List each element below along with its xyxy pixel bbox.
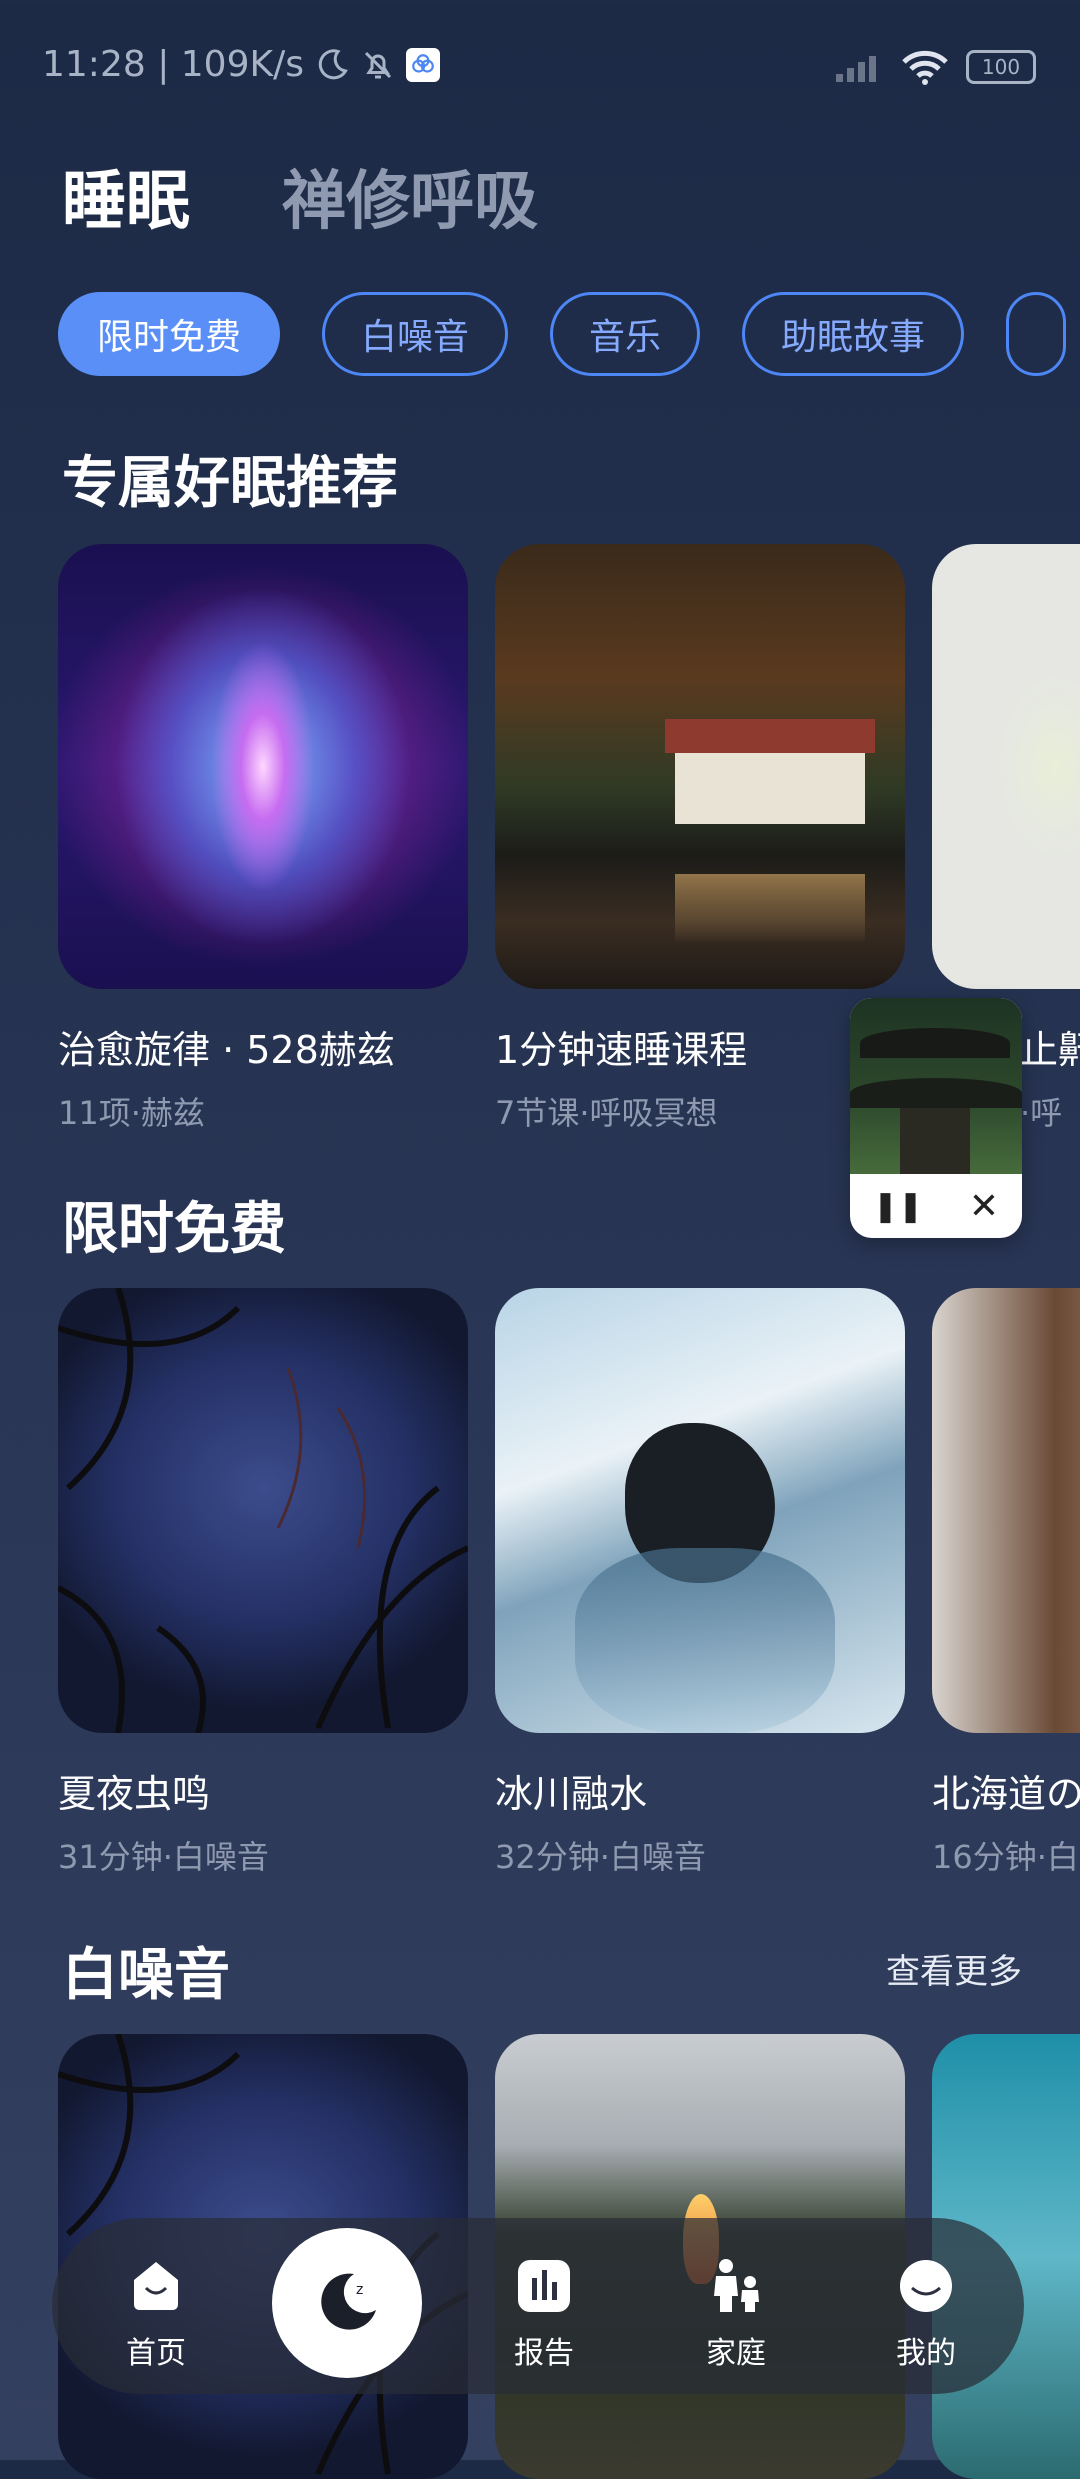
category-chips: 限时免费 白噪音 音乐 助眠故事 xyxy=(58,292,1080,376)
status-right: 100 xyxy=(834,48,1036,86)
mini-player-controls: ❚❚ ✕ xyxy=(850,1174,1022,1238)
card-subtitle: 31分钟·白噪音 xyxy=(58,1838,269,1876)
card-title: 北海道の xyxy=(932,1772,1080,1816)
card-one-minute-sleep[interactable]: 1分钟速睡课程 7节课·呼吸冥想 xyxy=(495,544,905,1134)
moon-icon xyxy=(318,48,348,79)
chip-music[interactable]: 音乐 xyxy=(550,292,701,376)
house-illustration xyxy=(675,744,865,824)
card-title: 冰川融水 xyxy=(495,1772,648,1816)
pause-icon[interactable]: ❚❚ xyxy=(873,1189,923,1224)
card-subtitle: 11项·赫兹 xyxy=(58,1094,205,1132)
nav-family[interactable]: 家庭 xyxy=(676,2258,796,2372)
house-roof xyxy=(665,719,875,753)
bell-muted-icon xyxy=(364,51,392,78)
chip-sleep-stories[interactable]: 助眠故事 xyxy=(742,292,965,376)
nav-home[interactable]: 首页 xyxy=(96,2258,216,2372)
family-icon xyxy=(714,2259,759,2312)
tab-sleep[interactable]: 睡眠 xyxy=(62,150,190,242)
card-thumbnail xyxy=(932,1288,1080,1733)
card-title: 夏夜虫鸣 xyxy=(58,1772,211,1816)
status-time: 11:28 | 109K/s xyxy=(42,44,304,85)
card-title: 止鼾 xyxy=(1020,1028,1080,1072)
chip-limited-free[interactable]: 限时免费 xyxy=(58,292,281,376)
see-more-link[interactable]: 查看更多 xyxy=(886,1944,1022,1993)
card-subtitle: 16分钟·白 xyxy=(932,1838,1079,1876)
card-thumbnail xyxy=(58,1288,468,1733)
report-icon xyxy=(518,2260,570,2312)
card-thumbnail xyxy=(495,544,905,989)
chip-more[interactable] xyxy=(1006,292,1067,376)
profile-icon xyxy=(900,2260,952,2312)
card-summer-night-insects[interactable]: 夏夜虫鸣 31分钟·白噪音 xyxy=(58,1288,468,1878)
status-bar: 11:28 | 109K/s 100 xyxy=(0,0,1080,140)
wifi-icon xyxy=(902,50,948,85)
nav-sleep[interactable]: z xyxy=(272,2228,422,2378)
card-subtitle: 32分钟·白噪音 xyxy=(495,1838,706,1876)
sleep-moon-icon: z xyxy=(321,2273,376,2330)
card-thumbnail xyxy=(58,544,468,989)
nav-profile-label: 我的 xyxy=(896,2336,956,2371)
tab-meditation-breathing[interactable]: 禅修呼吸 xyxy=(282,150,538,242)
card-healing-melody[interactable]: 治愈旋律 · 528赫兹 11项·赫兹 xyxy=(58,544,468,1134)
pagoda-window xyxy=(900,1108,970,1174)
pagoda-roof xyxy=(860,1028,1010,1058)
mini-player[interactable]: ❚❚ ✕ xyxy=(850,998,1022,1238)
glacier-shade xyxy=(575,1548,835,1733)
pagoda-roof-lower xyxy=(850,1078,1022,1108)
nav-report[interactable]: 报告 xyxy=(484,2258,604,2372)
card-thumbnail xyxy=(495,1288,905,1733)
section-title-recommend: 专属好眠推荐 xyxy=(62,451,398,516)
house-lights xyxy=(675,874,865,944)
card-title: 治愈旋律 · 528赫兹 xyxy=(58,1028,395,1072)
mini-player-artwork xyxy=(850,998,1022,1174)
card-glacier-melt[interactable]: 冰川融水 32分钟·白噪音 xyxy=(495,1288,905,1878)
nav-family-label: 家庭 xyxy=(706,2336,766,2371)
card-title: 1分钟速睡课程 xyxy=(495,1028,748,1072)
home-icon xyxy=(134,2262,178,2310)
nav-report-label: 报告 xyxy=(514,2336,574,2371)
status-left: 11:28 | 109K/s xyxy=(42,44,440,85)
signal-icon xyxy=(836,56,876,82)
section-title-limited-free: 限时免费 xyxy=(62,1197,286,1262)
nav-home-label: 首页 xyxy=(126,2336,186,2371)
card-hokkaido[interactable]: 北海道の 16分钟·白 xyxy=(932,1288,1080,1878)
section-title-white-noise: 白噪音 xyxy=(62,1943,230,2008)
close-icon[interactable]: ✕ xyxy=(969,1186,999,1227)
card-subtitle: ·呼 xyxy=(1020,1094,1063,1132)
nav-profile[interactable]: 我的 xyxy=(866,2258,986,2372)
card-subtitle: 7节课·呼吸冥想 xyxy=(495,1094,718,1132)
card-thumbnail xyxy=(932,544,1080,989)
tree-branches-illustration xyxy=(58,1288,468,1733)
main-tabs: 睡眠 禅修呼吸 xyxy=(62,150,538,242)
battery-indicator: 100 xyxy=(966,50,1036,84)
bottom-navigation: 首页 z 报告 家庭 我的 xyxy=(52,2218,1024,2394)
app-notification-icon xyxy=(405,47,440,82)
chip-white-noise[interactable]: 白噪音 xyxy=(322,292,509,376)
svg-text:z: z xyxy=(356,2282,363,2298)
